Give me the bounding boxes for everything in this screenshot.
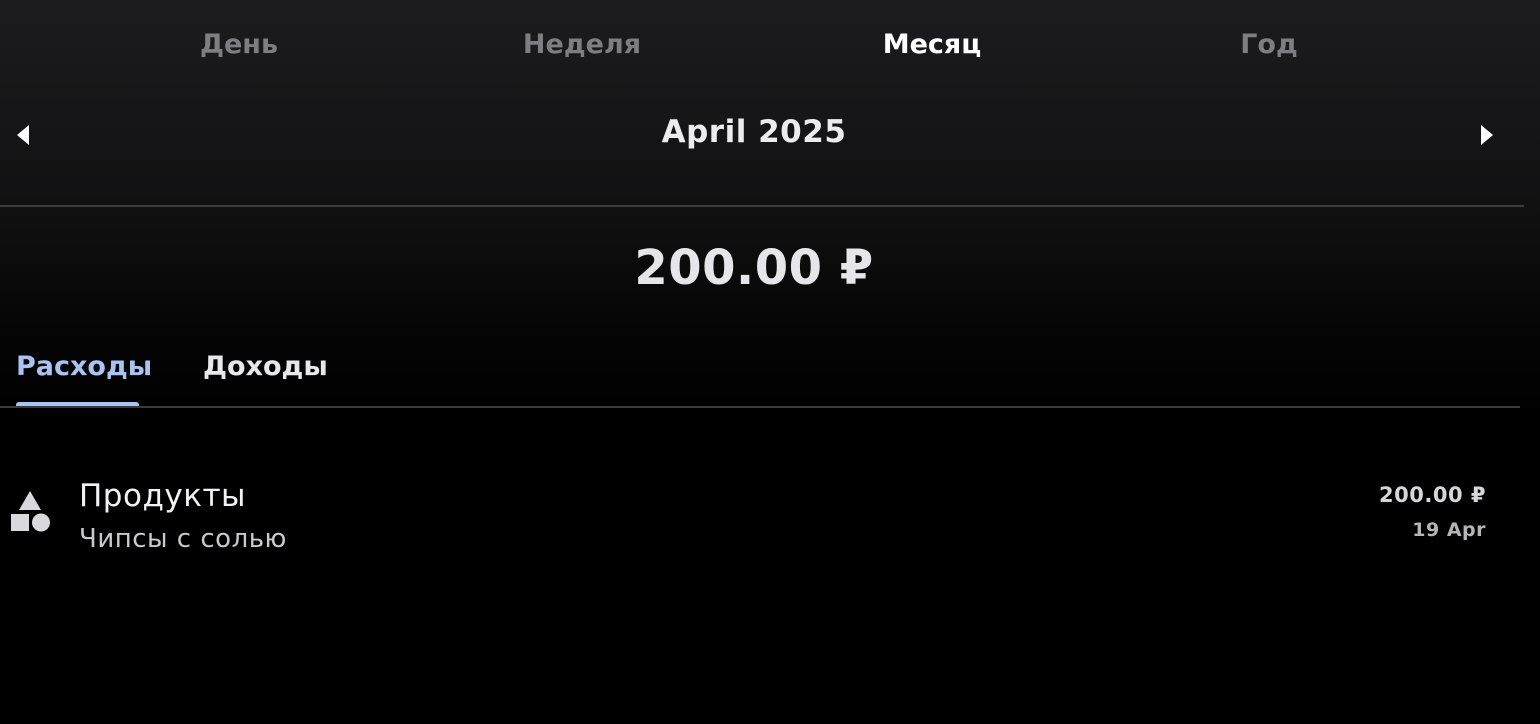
transaction-row[interactable]: Продукты Чипсы с солью 200.00 ₽ 19 Apr: [0, 470, 1540, 570]
chevron-right-icon: [1481, 125, 1493, 145]
tab-day[interactable]: День: [200, 26, 278, 64]
tabs-divider: [0, 406, 1520, 408]
tab-income[interactable]: Доходы: [203, 351, 328, 382]
next-period-button[interactable]: [1471, 120, 1501, 150]
transaction-category: Продукты: [79, 478, 246, 514]
tab-expenses[interactable]: Расходы: [16, 351, 152, 382]
statistics-screen: День Неделя Месяц Год April 2025 200.00 …: [0, 0, 1540, 724]
chevron-left-icon: [17, 125, 29, 145]
transaction-date: 19 Apr: [1412, 519, 1486, 541]
total-amount: 200.00 ₽: [634, 240, 874, 296]
previous-period-button[interactable]: [9, 120, 39, 150]
transaction-amount: 200.00 ₽: [1379, 483, 1486, 507]
tab-week[interactable]: Неделя: [523, 26, 641, 64]
header-divider: [0, 205, 1524, 207]
period-title: April 2025: [661, 114, 847, 150]
tab-year[interactable]: Год: [1240, 26, 1298, 64]
tab-month[interactable]: Месяц: [883, 26, 982, 64]
shapes-icon: [10, 490, 52, 534]
transaction-note: Чипсы с солью: [79, 524, 287, 554]
